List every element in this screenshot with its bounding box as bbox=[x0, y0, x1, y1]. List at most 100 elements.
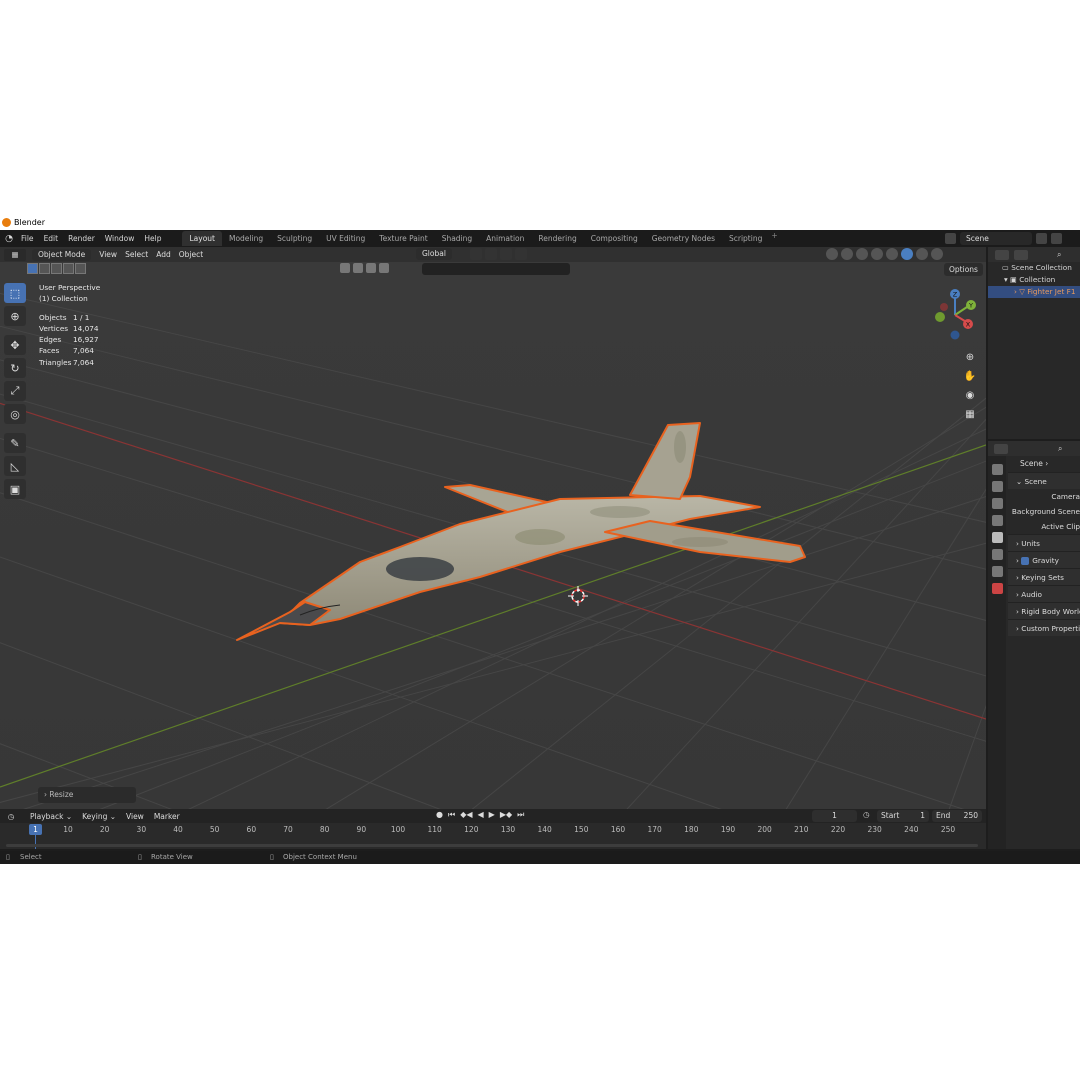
timeline-ruler[interactable]: 1 10 20 30 40 50 60 70 80 90 100 110 120 130 140 150 160… bbox=[0, 823, 986, 849]
gizmo-toggle-icon[interactable] bbox=[841, 248, 853, 260]
tab-modeling[interactable]: Modeling bbox=[222, 231, 270, 246]
scene-properties-icon[interactable] bbox=[991, 532, 1003, 543]
search-icon[interactable]: ⌕ bbox=[1057, 250, 1061, 260]
tab-shading[interactable]: Shading bbox=[435, 231, 479, 246]
proportional-edit-icon[interactable] bbox=[515, 248, 527, 260]
solid-shading-icon[interactable] bbox=[901, 248, 913, 260]
view-layer-properties-icon[interactable] bbox=[991, 515, 1003, 526]
clock-editor-icon[interactable]: ◷ bbox=[2, 812, 20, 821]
collection-properties-icon[interactable] bbox=[991, 566, 1003, 577]
select-subtract-icon[interactable] bbox=[51, 263, 62, 274]
tab-geometry-nodes[interactable]: Geometry Nodes bbox=[645, 231, 722, 246]
outliner-collection[interactable]: ▾ ▣ Collection bbox=[988, 274, 1080, 286]
3d-viewport[interactable]: ▦ Object Mode View Select Add Object Glo… bbox=[0, 247, 986, 809]
cursor-tool-icon[interactable]: ⊕ bbox=[4, 306, 26, 326]
menu-timeline-view[interactable]: View bbox=[126, 812, 144, 821]
tab-scripting[interactable]: Scripting bbox=[722, 231, 769, 246]
annotate-tool-icon[interactable]: ✎ bbox=[4, 433, 26, 453]
outliner-scene-collection[interactable]: ▭ Scene Collection bbox=[988, 262, 1080, 274]
properties-editor-icon[interactable] bbox=[994, 443, 1008, 454]
section-gravity[interactable]: › Gravity bbox=[1008, 551, 1080, 568]
current-frame-field[interactable]: 1 bbox=[812, 810, 857, 822]
play-icon[interactable]: ▶ bbox=[489, 810, 495, 820]
section-audio[interactable]: › Audio bbox=[1008, 585, 1080, 602]
empty-filter-icon[interactable] bbox=[379, 263, 389, 273]
snap-icon[interactable] bbox=[485, 248, 497, 260]
menu-marker[interactable]: Marker bbox=[154, 812, 180, 821]
tab-animation[interactable]: Animation bbox=[479, 231, 531, 246]
menu-object[interactable]: Object bbox=[179, 250, 203, 259]
timeline-scrollbar[interactable] bbox=[6, 844, 978, 847]
zoom-icon[interactable]: ⊕ bbox=[962, 350, 978, 364]
menu-add[interactable]: Add bbox=[156, 250, 171, 259]
section-scene[interactable]: ⌄ Scene bbox=[1008, 472, 1080, 489]
snap-target-icon[interactable] bbox=[500, 248, 512, 260]
end-frame-field[interactable]: End 250 bbox=[932, 810, 982, 822]
outliner-editor-icon[interactable] bbox=[995, 249, 1009, 260]
menu-view[interactable]: View bbox=[99, 250, 117, 259]
menu-help[interactable]: Help bbox=[139, 234, 166, 243]
select-box-tool-icon[interactable]: ⬚ bbox=[4, 283, 26, 303]
display-mode-icon[interactable] bbox=[1014, 249, 1028, 260]
ortho-grid-icon[interactable]: ▦ bbox=[962, 407, 978, 421]
menu-edit[interactable]: Edit bbox=[39, 234, 64, 243]
tab-layout[interactable]: Layout bbox=[182, 231, 222, 246]
stopwatch-icon[interactable]: ◷ bbox=[863, 810, 870, 819]
delete-scene-icon[interactable] bbox=[1051, 233, 1062, 244]
section-rigid-body-world[interactable]: › Rigid Body World bbox=[1008, 602, 1080, 619]
menu-playback[interactable]: Playback ⌄ bbox=[30, 812, 72, 821]
camera-view-icon[interactable]: ◉ bbox=[962, 388, 978, 402]
new-scene-icon[interactable] bbox=[1036, 233, 1047, 244]
background-scene-field-label[interactable]: Background Scene bbox=[1008, 504, 1080, 519]
menu-render[interactable]: Render bbox=[63, 234, 100, 243]
pan-hand-icon[interactable]: ✋ bbox=[962, 369, 978, 383]
object-mode-dropdown[interactable]: Object Mode bbox=[32, 248, 92, 261]
auto-key-icon[interactable]: ● bbox=[436, 810, 443, 820]
measure-tool-icon[interactable]: ◺ bbox=[4, 456, 26, 476]
mesh-filter-icon[interactable] bbox=[340, 263, 350, 273]
overlay-toggle-icon[interactable] bbox=[856, 248, 868, 260]
transform-tool-icon[interactable]: ◎ bbox=[4, 404, 26, 424]
world-properties-icon[interactable] bbox=[991, 549, 1003, 560]
texture-properties-icon[interactable] bbox=[991, 583, 1003, 594]
next-keyframe-icon[interactable]: ▶◆ bbox=[500, 810, 512, 820]
jump-start-icon[interactable]: ⏮ bbox=[448, 810, 455, 820]
tab-sculpting[interactable]: Sculpting bbox=[270, 231, 319, 246]
navigation-gizmo[interactable]: Z Y X bbox=[930, 285, 980, 341]
move-tool-icon[interactable]: ✥ bbox=[4, 335, 26, 355]
light-filter-icon[interactable] bbox=[366, 263, 376, 273]
select-extend-icon[interactable] bbox=[39, 263, 50, 274]
jump-end-icon[interactable]: ⏭ bbox=[517, 810, 524, 820]
visibility-icon[interactable] bbox=[826, 248, 838, 260]
tool-properties-icon[interactable] bbox=[991, 464, 1003, 475]
select-new-icon[interactable] bbox=[27, 263, 38, 274]
play-reverse-icon[interactable]: ◀ bbox=[478, 810, 484, 820]
transform-orientation-dropdown[interactable]: Global bbox=[416, 248, 452, 260]
menu-window[interactable]: Window bbox=[100, 234, 140, 243]
menu-select[interactable]: Select bbox=[125, 250, 148, 259]
section-keying-sets[interactable]: › Keying Sets bbox=[1008, 568, 1080, 585]
prev-keyframe-icon[interactable]: ◆◀ bbox=[460, 810, 472, 820]
tab-uv-editing[interactable]: UV Editing bbox=[319, 231, 372, 246]
menu-keying[interactable]: Keying ⌄ bbox=[82, 812, 116, 821]
menu-file[interactable]: File bbox=[16, 234, 39, 243]
outliner-object-item[interactable]: › ▽ Fighter Jet F1 bbox=[988, 286, 1080, 298]
rotate-tool-icon[interactable]: ↻ bbox=[4, 358, 26, 378]
camera-filter-icon[interactable] bbox=[353, 263, 363, 273]
add-cube-tool-icon[interactable]: ▣ bbox=[4, 479, 26, 499]
search-icon[interactable]: ⌕ bbox=[1058, 444, 1062, 454]
scene-browse-icon[interactable] bbox=[945, 233, 956, 244]
select-intersect-icon[interactable] bbox=[75, 263, 86, 274]
viewport-search-input[interactable] bbox=[422, 263, 570, 275]
wireframe-shading-icon[interactable] bbox=[886, 248, 898, 260]
gravity-checkbox[interactable] bbox=[1021, 557, 1030, 565]
camera-field-label[interactable]: Camera bbox=[1008, 489, 1080, 504]
section-units[interactable]: › Units bbox=[1008, 534, 1080, 551]
render-properties-icon[interactable] bbox=[991, 481, 1003, 492]
start-frame-field[interactable]: Start 1 bbox=[877, 810, 929, 822]
active-clip-field-label[interactable]: Active Clip bbox=[1008, 519, 1080, 534]
scale-tool-icon[interactable]: ⤢ bbox=[4, 381, 26, 401]
editor-type-icon[interactable]: ▦ bbox=[4, 248, 26, 261]
material-shading-icon[interactable] bbox=[916, 248, 928, 260]
pivot-icon[interactable] bbox=[470, 248, 482, 260]
